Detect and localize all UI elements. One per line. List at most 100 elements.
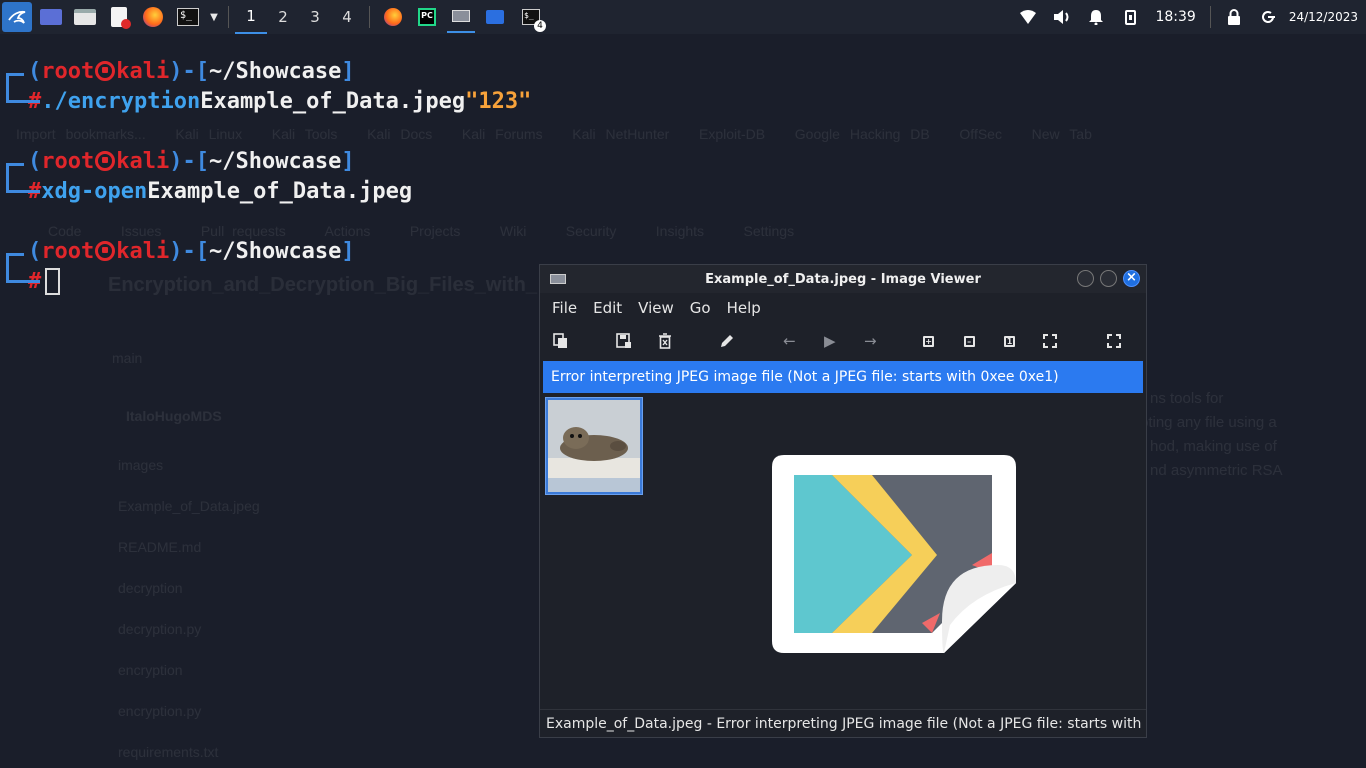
lock-screen-icon[interactable] — [1223, 6, 1245, 28]
terminal-window-badge: 4 — [534, 20, 546, 32]
ghost-file-3: decryption — [118, 580, 183, 596]
zoom-normal-button[interactable]: 1 — [1001, 331, 1018, 351]
menu-file[interactable]: File — [546, 299, 583, 317]
menu-help[interactable]: Help — [721, 299, 767, 317]
ghost-file-1: Example_of_Data.jpeg — [118, 498, 260, 514]
volume-icon[interactable] — [1051, 6, 1073, 28]
text-editor-icon[interactable] — [108, 6, 131, 29]
zoom-out-icon: – — [963, 335, 975, 347]
firefox-window-icon[interactable] — [382, 6, 404, 28]
copy-image-button[interactable] — [552, 331, 569, 351]
prompt-corner-top — [6, 72, 24, 88]
prompt-block-3: (root kali)-[~/Showcase] # — [6, 236, 355, 296]
taskbar-separator — [369, 6, 370, 28]
prompt-block-1: (root kali)-[~/Showcase] # ./encryption E… — [6, 56, 531, 116]
viewer-menubar: File Edit View Go Help — [540, 293, 1146, 323]
ghost-file-6: encryption.py — [118, 703, 202, 719]
workspace-1[interactable]: 1 — [235, 0, 267, 34]
ghost-about-3: nd asymmetric RSA — [1150, 462, 1283, 479]
play-slideshow-button[interactable]: ▶ — [821, 331, 838, 351]
prompt-corner-bottom — [6, 267, 40, 283]
show-desktop-icon[interactable] — [40, 6, 62, 28]
image-viewer-app-icon — [550, 274, 566, 284]
prompt-corner-top — [6, 162, 24, 178]
kali-skull-icon — [95, 151, 116, 171]
ghost-about-2: hod, making use of — [1150, 438, 1277, 455]
fullscreen-button[interactable] — [1106, 331, 1123, 351]
error-banner: Error interpreting JPEG image file (Not … — [543, 361, 1143, 393]
ghost-bookmarks-bar: Import bookmarks... Kali Linux Kali Tool… — [16, 126, 1092, 142]
workspace-3[interactable]: 3 — [299, 0, 331, 34]
close-icon: × — [1126, 270, 1137, 285]
prompt-header: (root kali)-[~/Showcase] — [6, 146, 412, 178]
viewer-title: Example_of_Data.jpeg - Image Viewer — [705, 271, 981, 287]
delete-button[interactable] — [656, 331, 673, 351]
prompt-corner-bottom — [6, 87, 40, 103]
next-image-button[interactable]: → — [862, 331, 879, 351]
terminal-window-icon[interactable]: $_ 4 — [518, 6, 546, 32]
ghost-branch: main — [112, 350, 143, 366]
prompt-header: (root kali)-[~/Showcase] — [6, 236, 355, 268]
taskbar-separator — [1209, 6, 1211, 28]
viewer-toolbar: ← ▶ → + – 1 — [540, 323, 1146, 359]
menu-edit[interactable]: Edit — [587, 299, 628, 317]
close-button[interactable]: × — [1123, 270, 1140, 287]
ghost-about-1: pting any file using a — [1140, 414, 1277, 431]
maximize-button[interactable] — [1100, 270, 1117, 287]
terminal-icon[interactable]: $_ — [176, 6, 200, 28]
clock-date[interactable]: 24/12/2023 — [1289, 10, 1358, 24]
logout-icon[interactable] — [1257, 6, 1279, 28]
image-viewer-window-icon[interactable] — [447, 1, 475, 33]
notification-bell-icon[interactable] — [1085, 6, 1107, 28]
firefox-icon[interactable] — [142, 6, 164, 28]
workspace-2[interactable]: 2 — [267, 0, 299, 34]
viewer-statusbar: Example_of_Data.jpeg - Error interpretin… — [540, 709, 1146, 737]
seal-thumbnail-image — [548, 400, 640, 492]
image-thumbnail[interactable] — [545, 397, 643, 495]
ghost-file-4: decryption.py — [118, 621, 202, 637]
image-viewer-window[interactable]: Example_of_Data.jpeg - Image Viewer × Fi… — [539, 264, 1147, 738]
clock-time[interactable]: 18:39 — [1155, 9, 1195, 25]
kali-menu-icon[interactable] — [2, 2, 32, 32]
taskbar-separator — [228, 6, 229, 28]
chevron-down-icon[interactable]: ▼ — [208, 6, 220, 28]
zoom-normal-icon: 1 — [1004, 335, 1015, 347]
file-manager-icon[interactable] — [74, 6, 96, 28]
broken-image-icon — [772, 455, 1016, 653]
ghost-file-7: requirements.txt — [118, 744, 219, 760]
prompt-header: (root kali)-[~/Showcase] — [6, 56, 531, 88]
terminal-cursor — [45, 267, 61, 295]
zoom-out-button[interactable]: – — [960, 331, 977, 351]
menu-view[interactable]: View — [632, 299, 680, 317]
status-text: Example_of_Data.jpeg - Error interpretin… — [546, 715, 1146, 732]
prompt-corner-bottom — [6, 177, 40, 193]
prompt-corner-top — [6, 252, 24, 268]
menu-go[interactable]: Go — [684, 299, 717, 317]
command-line: # ./encryption Example_of_Data.jpeg "123… — [6, 86, 531, 116]
wifi-icon[interactable] — [1017, 6, 1039, 28]
save-as-button[interactable] — [615, 331, 632, 351]
zoom-fit-button[interactable] — [1041, 331, 1058, 351]
minimize-button[interactable] — [1077, 270, 1094, 287]
zoom-in-icon: + — [923, 335, 935, 347]
zoom-in-button[interactable]: + — [920, 331, 937, 351]
viewer-titlebar[interactable]: Example_of_Data.jpeg - Image Viewer × — [540, 265, 1146, 293]
ghost-file-2: README.md — [118, 539, 202, 555]
pycharm-window-icon[interactable]: PC — [416, 6, 438, 28]
workspace-4[interactable]: 4 — [331, 0, 363, 34]
command-line: # xdg-open Example_of_Data.jpeg — [6, 176, 412, 206]
ghost-commit-user: ItaloHugoMDS — [126, 408, 222, 424]
ghost-file-0: images — [118, 457, 164, 473]
edit-pencil-button[interactable] — [718, 331, 735, 351]
kali-skull-icon — [95, 61, 116, 81]
ghost-file-5: encryption — [118, 662, 183, 678]
kali-skull-icon — [95, 241, 116, 261]
command-line-active[interactable]: # — [6, 266, 355, 296]
taskbar: $_ ▼ 1 2 3 4 PC $_ 4 18:39 24/12/2023 — [0, 0, 1366, 34]
blue-app-window-icon[interactable] — [484, 6, 506, 28]
prompt-block-2: (root kali)-[~/Showcase] # xdg-open Examp… — [6, 146, 412, 206]
error-message: Error interpreting JPEG image file (Not … — [551, 369, 1059, 385]
ghost-about-0: ns tools for — [1150, 390, 1224, 407]
previous-image-button[interactable]: ← — [781, 331, 798, 351]
battery-charging-icon[interactable] — [1119, 6, 1141, 28]
